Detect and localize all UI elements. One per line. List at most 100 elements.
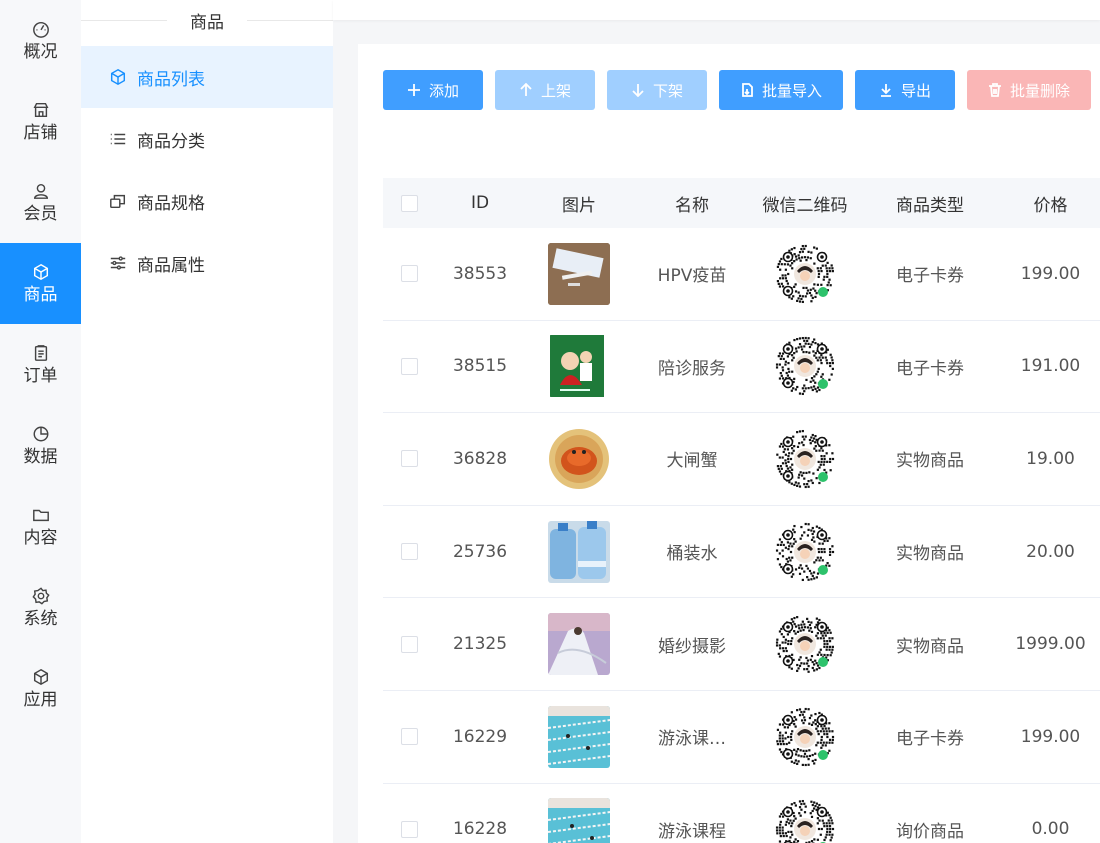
product-thumbnail[interactable] [548,428,610,490]
export-button-label: 导出 [900,81,931,100]
cell-id: 16228 [452,819,508,840]
dashboard-icon [32,21,49,38]
cell-name: HPV疫苗 [657,266,727,287]
wechat-qr-code[interactable] [774,613,836,676]
cell-price: 191.00 [1020,356,1081,377]
nav-item-goods[interactable]: 商品 [0,243,81,324]
nav-item-overview[interactable]: 概况 [0,0,81,81]
add-button[interactable]: 添加 [383,70,483,110]
divider [247,20,333,21]
cell-name: 桶装水 [666,544,718,565]
product-thumbnail[interactable] [548,520,610,583]
wechat-qr-code[interactable] [774,335,836,398]
toolbar: 添加 上架 下架 批量导入 导出 批量删除 [383,70,1100,110]
cell-name: 游泳课程 [658,821,726,842]
store-icon [33,102,48,117]
product-thumbnail[interactable] [548,705,610,768]
sub-item-label: 商品属性 [137,255,205,276]
cell-id: 38553 [452,263,508,284]
sub-item-goods-spec[interactable]: 商品规格 [81,170,333,232]
product-thumbnail[interactable] [548,798,610,843]
sub-sidebar-title: 商品 [81,0,333,40]
table-row[interactable]: 16228 游泳课程 询价商品 0.00 [383,784,1100,843]
nav-item-label: 系统 [23,608,58,629]
row-checkbox[interactable] [400,728,418,746]
batch-import-button[interactable]: 批量导入 [719,70,843,110]
cell-price: 199.00 [1020,726,1081,747]
main-nav: 概况 店铺 会员 商品 订单 数据 内容 系统 应用 [0,0,81,843]
col-header-id: ID [470,193,490,213]
table-row[interactable]: 36828 大闸蟹 实物商品 19.00 [383,413,1100,506]
table-row[interactable]: 38553 HPV疫苗 电子卡券 199.00 [383,228,1100,321]
nav-item-label: 概况 [23,41,58,62]
cell-name: 大闸蟹 [666,451,718,472]
row-checkbox[interactable] [400,450,418,468]
nav-item-members[interactable]: 会员 [0,162,81,243]
file-import-icon [742,83,753,97]
product-thumbnail[interactable] [548,242,610,305]
nav-item-data[interactable]: 数据 [0,405,81,486]
list-icon [110,133,126,145]
wechat-qr-code[interactable] [774,427,836,490]
col-header-price: 价格 [1033,195,1068,216]
on-shelf-button[interactable]: 上架 [495,70,595,110]
sub-item-goods-category[interactable]: 商品分类 [81,108,333,170]
row-checkbox[interactable] [400,820,418,838]
nav-item-system[interactable]: 系统 [0,567,81,648]
download-icon [880,84,891,97]
goods-list-panel: 添加 上架 下架 批量导入 导出 批量删除 ID 图片 名称 微信二维码 商品类… [358,44,1100,843]
col-header-image: 图片 [562,195,596,216]
cell-name: 游泳课… [658,729,726,750]
batch-delete-button[interactable]: 批量删除 [967,70,1091,110]
cell-id: 21325 [452,634,508,655]
nav-item-orders[interactable]: 订单 [0,324,81,405]
wechat-qr-code[interactable] [774,242,836,305]
nav-item-label: 内容 [23,527,58,548]
wechat-qr-code[interactable] [774,798,836,843]
wechat-qr-code[interactable] [774,705,836,768]
sliders-icon [110,256,126,270]
product-thumbnail[interactable] [548,335,610,398]
cell-price: 19.00 [1026,448,1075,469]
cell-name: 陪诊服务 [658,358,726,379]
nav-item-store[interactable]: 店铺 [0,81,81,162]
cell-type: 实物商品 [896,451,964,472]
nav-item-content[interactable]: 内容 [0,486,81,567]
table-row[interactable]: 21325 婚纱摄影 实物商品 1999.00 [383,598,1100,691]
cell-id: 38515 [452,356,508,377]
export-button[interactable]: 导出 [855,70,955,110]
cell-price: 1999.00 [1015,634,1086,655]
sub-item-label: 商品列表 [137,69,205,90]
select-all-checkbox[interactable] [400,194,418,212]
table-header: ID 图片 名称 微信二维码 商品类型 价格 [383,178,1100,228]
top-header [333,0,1100,20]
product-thumbnail[interactable] [548,613,610,676]
row-checkbox[interactable] [400,265,418,283]
row-checkbox[interactable] [400,635,418,653]
table-row[interactable]: 38515 陪诊服务 电子卡券 191.00 [383,321,1100,414]
cube-icon [33,668,48,685]
table-row[interactable]: 25736 桶装水 实物商品 20.00 [383,506,1100,599]
row-checkbox[interactable] [400,357,418,375]
off-shelf-button-label: 下架 [652,81,683,100]
divider [81,20,167,21]
nav-item-label: 应用 [23,689,58,710]
sub-item-goods-attr[interactable]: 商品属性 [81,232,333,294]
table-row[interactable]: 16229 游泳课… 电子卡券 199.00 [383,691,1100,784]
wechat-qr-code[interactable] [774,520,836,583]
sub-item-goods-list[interactable]: 商品列表 [81,46,333,108]
cell-type: 实物商品 [896,544,964,565]
cell-id: 16229 [452,726,508,747]
off-shelf-button[interactable]: 下架 [607,70,707,110]
user-icon [33,183,48,199]
sub-sidebar: 商品 商品列表 商品分类 商品规格 商品属性 [81,0,333,843]
nav-item-label: 订单 [23,365,58,386]
nav-item-label: 商品 [23,284,58,305]
nav-item-apps[interactable]: 应用 [0,648,81,729]
col-header-type: 商品类型 [896,195,964,216]
batch-import-button-label: 批量导入 [761,81,822,100]
arrow-down-icon [632,84,644,97]
on-shelf-button-label: 上架 [540,81,571,100]
row-checkbox[interactable] [400,543,418,561]
cell-type: 电子卡券 [896,358,964,379]
